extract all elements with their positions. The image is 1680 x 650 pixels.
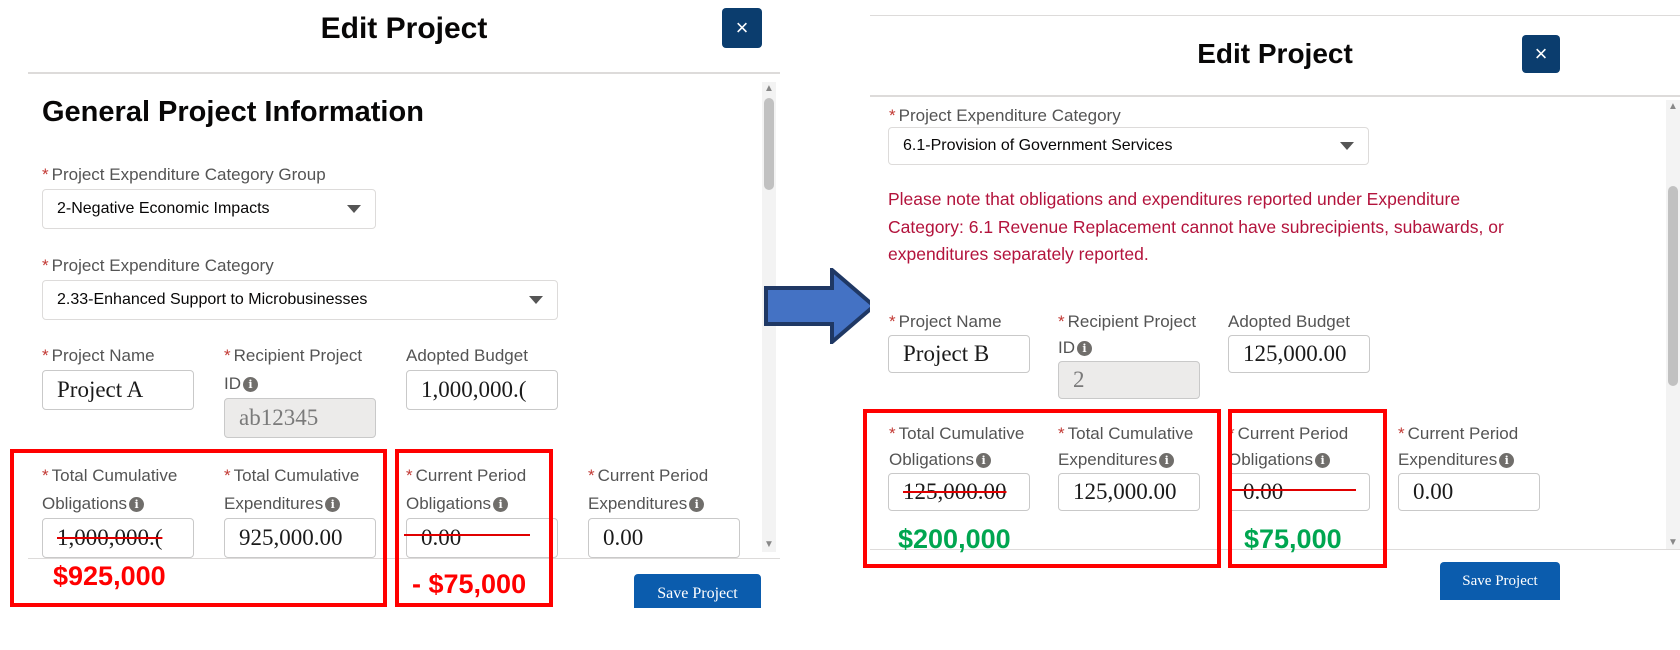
info-icon[interactable]: i (689, 497, 705, 513)
category-label: * Project Expenditure Category (889, 106, 1121, 125)
recipient-id-label-2: ID i (1058, 334, 1092, 362)
header-divider (28, 72, 780, 74)
project-name-label: * Project Name (42, 346, 155, 365)
info-icon[interactable]: i (243, 377, 258, 393)
period-expenditures-input[interactable]: 0.00 (1398, 473, 1540, 511)
project-name-input[interactable]: Project A (42, 370, 194, 410)
period-expenditures-label: * Current Period (1398, 424, 1519, 443)
annotation-total-left: $925,000 (53, 561, 166, 591)
dropdown-caret-icon (529, 296, 543, 304)
project-name-label: * Project Name (889, 312, 1002, 331)
recipient-id-label: * Recipient Project (224, 346, 363, 365)
category-select[interactable]: 6.1-Provision of Government Services (888, 127, 1369, 165)
adopted-budget-input[interactable]: 125,000.00 (1228, 335, 1370, 373)
recipient-id-input: ab12345 (224, 398, 376, 438)
category-label: * Project Expenditure Category (42, 256, 274, 275)
info-icon[interactable]: i (1499, 453, 1515, 469)
close-icon: × (735, 15, 749, 40)
annotation-total-right: $200,000 (898, 524, 1011, 554)
recipient-id-label: * Recipient Project (1058, 312, 1197, 331)
revenue-replacement-warning: Please note that obligations and expendi… (888, 189, 1504, 264)
header-divider (870, 95, 1680, 97)
modal-title: Edit Project (320, 12, 488, 45)
adopted-budget-input[interactable]: 1,000,000.( (406, 370, 558, 410)
category-value: 6.1-Provision of Government Services (903, 137, 1173, 154)
category-select[interactable]: 2.33-Enhanced Support to Microbusinesses (42, 280, 558, 320)
close-button[interactable]: × (722, 8, 762, 48)
scroll-thumb[interactable] (764, 98, 774, 190)
period-expenditures-input[interactable]: 0.00 (588, 518, 740, 558)
adopted-budget-label: Adopted Budget (1228, 312, 1350, 331)
scroll-down-icon[interactable]: ▼ (1666, 538, 1680, 548)
category-value: 2.33-Enhanced Support to Microbusinesses (57, 291, 368, 308)
adopted-budget-label: Adopted Budget (406, 346, 528, 365)
close-icon: × (1534, 41, 1548, 66)
annotation-period-left: - $75,000 (412, 569, 527, 599)
dropdown-caret-icon (1340, 142, 1354, 150)
scroll-thumb[interactable] (1668, 186, 1678, 386)
category-group-value: 2-Negative Economic Impacts (57, 200, 270, 217)
period-expenditures-label: * Current Period (588, 466, 709, 485)
category-group-label: * Project Expenditure Category Group (42, 165, 326, 184)
close-button[interactable]: × (1522, 35, 1560, 73)
scroll-up-icon[interactable]: ▲ (1666, 102, 1680, 112)
recipient-id-input: 2 (1058, 361, 1200, 399)
scrollbar[interactable]: ▲ ▼ (1666, 100, 1680, 550)
project-name-input[interactable]: Project B (888, 335, 1030, 373)
save-project-button[interactable]: Save Project (634, 574, 761, 608)
save-project-button[interactable]: Save Project (1440, 562, 1560, 600)
period-expenditures-label-2: Expenditures i (1398, 446, 1515, 474)
scroll-down-icon[interactable]: ▼ (762, 540, 776, 550)
info-icon[interactable]: i (1077, 341, 1092, 357)
right-arrow-icon (764, 268, 878, 344)
category-group-select[interactable]: 2-Negative Economic Impacts (42, 189, 376, 229)
recipient-id-label-2: ID i (224, 370, 258, 398)
annotation-period-right: $75,000 (1244, 524, 1342, 554)
period-expenditures-label-2: Expenditures i (588, 490, 705, 518)
section-title: General Project Information (42, 96, 424, 128)
dropdown-caret-icon (347, 205, 361, 213)
scroll-up-icon[interactable]: ▲ (762, 84, 776, 94)
